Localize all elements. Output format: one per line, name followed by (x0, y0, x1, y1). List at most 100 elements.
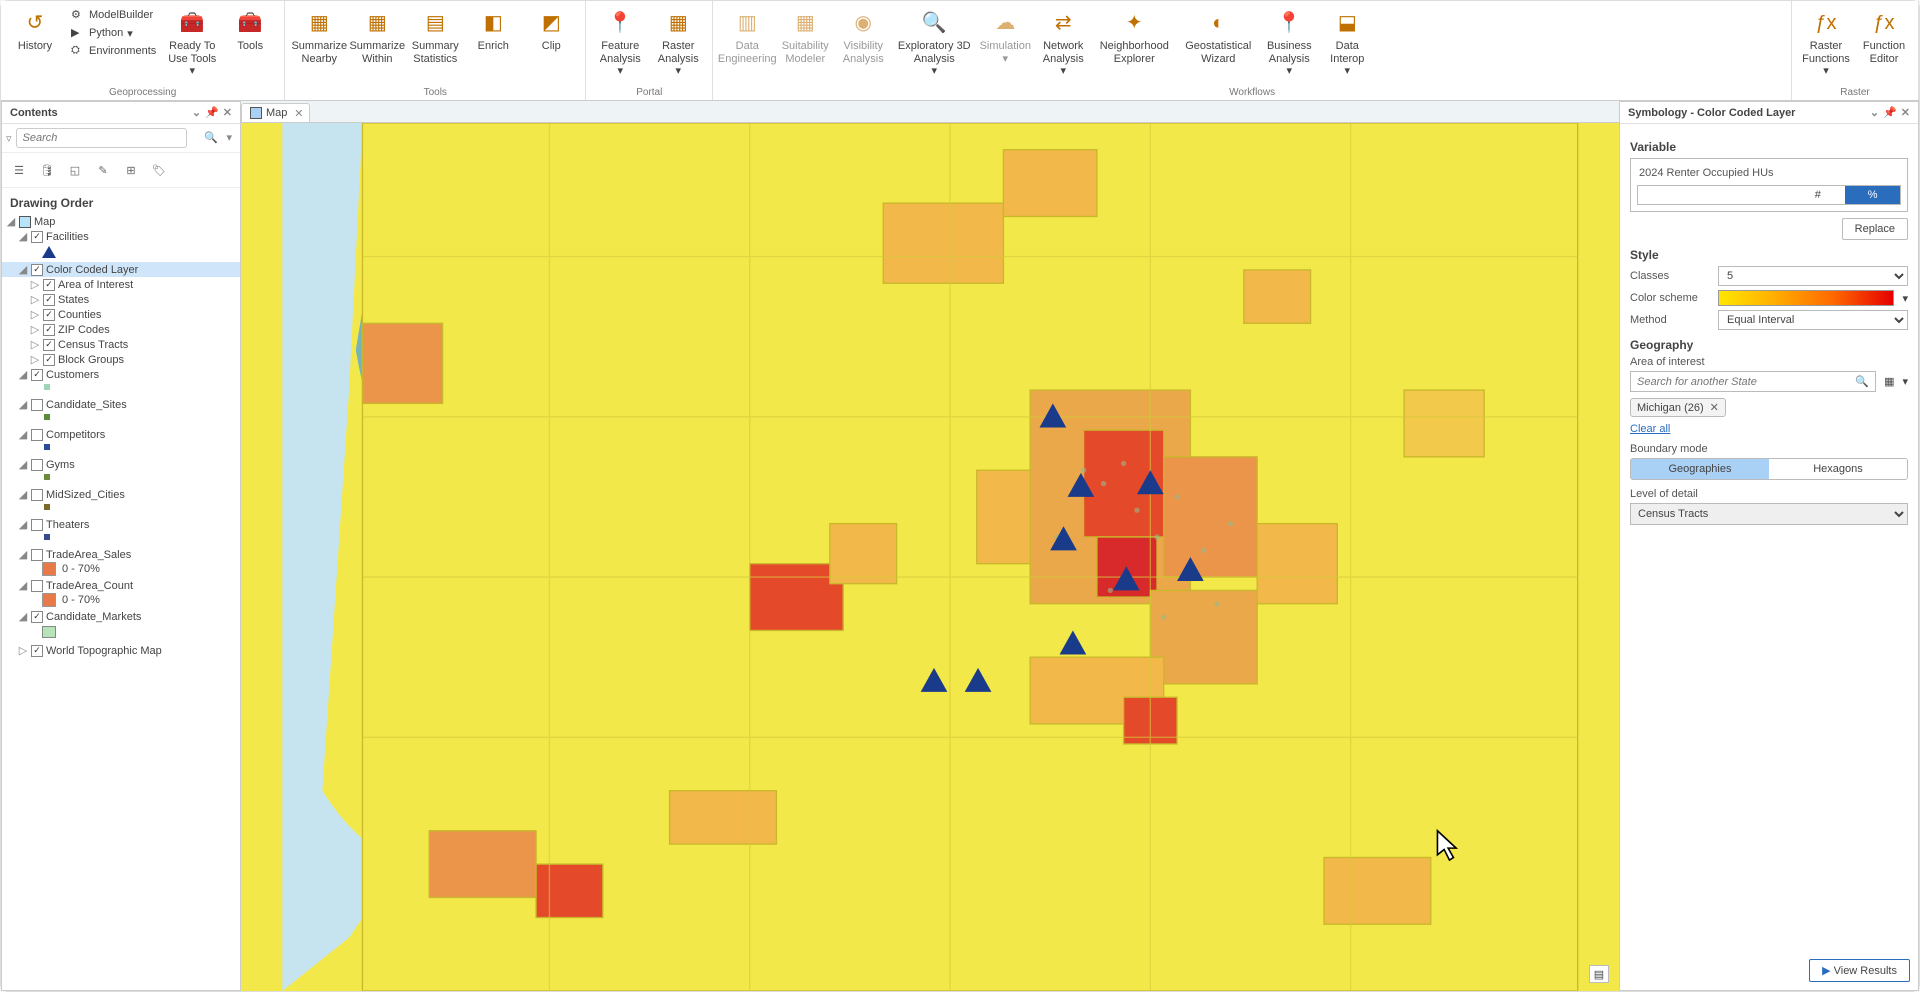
checkbox[interactable] (31, 580, 43, 592)
close-tab-icon[interactable]: ✕ (294, 107, 303, 120)
layer-census[interactable]: ▷Census Tracts (2, 337, 240, 352)
hexagons-button[interactable]: Hexagons (1769, 459, 1907, 479)
tools-button[interactable]: 🧰Tools (222, 5, 278, 57)
geostat-button[interactable]: ◐Geostatistical Wizard (1177, 5, 1259, 69)
hash-toggle[interactable]: # (1790, 186, 1845, 204)
raster-functions-button[interactable]: ƒxRaster Functions ▾ (1798, 5, 1854, 82)
map-overlay-button[interactable]: ▤ (1589, 965, 1609, 983)
aoi-search-input[interactable] (1631, 372, 1849, 391)
layer-tradearea-sales[interactable]: ◢TradeArea_Sales (2, 547, 240, 562)
checkbox[interactable] (31, 645, 43, 657)
feature-analysis-button[interactable]: 📍Feature Analysis ▾ (592, 5, 648, 82)
percent-toggle[interactable]: % (1845, 186, 1900, 204)
layer-midcities[interactable]: ◢MidSized_Cities (2, 487, 240, 502)
remove-chip-icon[interactable]: ✕ (1710, 401, 1719, 414)
search-dropdown-icon[interactable]: ▾ (226, 131, 232, 144)
clip-button[interactable]: ◩Clip (523, 5, 579, 57)
network-button[interactable]: ⇄Network Analysis ▾ (1035, 5, 1091, 82)
simulation-button[interactable]: ☁Simulation ▾ (977, 5, 1033, 69)
list-by-source-icon[interactable]: 🛢 (36, 159, 58, 181)
list-by-selection-icon[interactable]: ◱ (64, 159, 86, 181)
environments-button[interactable]: ⛭Environments (67, 43, 160, 59)
layer-block[interactable]: ▷Block Groups (2, 352, 240, 367)
checkbox[interactable] (31, 549, 43, 561)
checkbox[interactable] (43, 324, 55, 336)
layer-gyms[interactable]: ◢Gyms (2, 457, 240, 472)
modelbuilder-button[interactable]: ⚙ModelBuilder (67, 7, 160, 23)
color-scheme-swatch[interactable] (1718, 290, 1894, 306)
layer-states[interactable]: ▷States (2, 292, 240, 307)
checkbox[interactable] (31, 519, 43, 531)
layer-basemap[interactable]: ▷World Topographic Map (2, 643, 240, 658)
collapse-icon[interactable]: ⌄ (1870, 106, 1879, 119)
neighborhood-button[interactable]: ✦Neighborhood Explorer (1093, 5, 1175, 69)
contents-search-input[interactable] (16, 128, 187, 148)
lod-select[interactable]: Census Tracts (1630, 503, 1908, 525)
history-button[interactable]: ↺History (7, 5, 63, 57)
checkbox[interactable] (31, 231, 43, 243)
search-icon[interactable]: 🔍 (1849, 372, 1875, 391)
layer-aoi[interactable]: ▷Area of Interest (2, 277, 240, 292)
list-by-snapping-icon[interactable]: ⊞ (120, 159, 142, 181)
view-results-button[interactable]: ▶ View Results (1809, 959, 1910, 982)
replace-button[interactable]: Replace (1842, 218, 1908, 240)
checkbox[interactable] (43, 309, 55, 321)
classes-select[interactable]: 5 (1718, 266, 1908, 286)
checkbox[interactable] (43, 279, 55, 291)
scheme-dropdown-icon[interactable]: ▾ (1902, 292, 1908, 305)
filter-icon[interactable]: ▿ (6, 132, 12, 145)
suitability-button[interactable]: ▦Suitability Modeler (777, 5, 833, 69)
checkbox[interactable] (31, 489, 43, 501)
summary-stats-button[interactable]: ▤Summary Statistics (407, 5, 463, 69)
checkbox[interactable] (31, 264, 43, 276)
layer-zip[interactable]: ▷ZIP Codes (2, 322, 240, 337)
data-engineering-button[interactable]: ▥Data Engineering (719, 5, 775, 69)
checkbox[interactable] (31, 369, 43, 381)
checkbox[interactable] (43, 339, 55, 351)
pin-icon[interactable]: 📌 (1883, 106, 1897, 119)
layer-competitors[interactable]: ◢Competitors (2, 427, 240, 442)
close-icon[interactable]: ✕ (1901, 106, 1910, 119)
aoi-dropdown-icon[interactable]: ▾ (1902, 375, 1908, 388)
map-node[interactable]: ◢Map (2, 214, 240, 229)
visibility-button[interactable]: ◉Visibility Analysis (835, 5, 891, 69)
summarize-nearby-button[interactable]: ▦Summarize Nearby (291, 5, 347, 69)
layer-tradearea-count[interactable]: ◢TradeArea_Count (2, 578, 240, 593)
checkbox[interactable] (31, 399, 43, 411)
data-interop-button[interactable]: ⬓Data Interop ▾ (1319, 5, 1375, 82)
business-button[interactable]: 📍Business Analysis ▾ (1261, 5, 1317, 82)
summarize-within-button[interactable]: ▦Summarize Within (349, 5, 405, 69)
layer-candidate-sites[interactable]: ◢Candidate_Sites (2, 397, 240, 412)
geographies-button[interactable]: Geographies (1631, 459, 1769, 479)
checkbox[interactable] (31, 429, 43, 441)
ready-tools-button[interactable]: 🧰Ready To Use Tools ▾ (164, 5, 220, 82)
raster-analysis-button[interactable]: ▦Raster Analysis ▾ (650, 5, 706, 82)
map-tab[interactable]: Map✕ (241, 103, 310, 122)
layer-theaters[interactable]: ◢Theaters (2, 517, 240, 532)
pin-icon[interactable]: 📌 (205, 106, 219, 119)
checkbox[interactable] (43, 354, 55, 366)
clear-all-link[interactable]: Clear all (1630, 423, 1670, 435)
list-by-drawing-icon[interactable]: ☰ (8, 159, 30, 181)
list-by-editing-icon[interactable]: ✎ (92, 159, 114, 181)
aoi-extent-icon[interactable]: ▦ (1884, 375, 1894, 388)
checkbox[interactable] (43, 294, 55, 306)
layer-candidate-markets[interactable]: ◢Candidate_Markets (2, 609, 240, 624)
function-editor-button[interactable]: ƒxFunction Editor (1856, 5, 1912, 69)
map-check-icon[interactable] (19, 216, 31, 228)
search-icon[interactable]: 🔍 (204, 131, 218, 144)
list-by-labeling-icon[interactable]: 🏷 (148, 159, 170, 181)
layer-customers[interactable]: ◢Customers (2, 367, 240, 382)
method-select[interactable]: Equal Interval (1718, 310, 1908, 330)
enrich-button[interactable]: ◧Enrich (465, 5, 521, 57)
checkbox[interactable] (31, 459, 43, 471)
map-view[interactable]: ▤ (241, 123, 1619, 991)
layer-color-coded[interactable]: ◢Color Coded Layer (2, 262, 240, 277)
layer-counties[interactable]: ▷Counties (2, 307, 240, 322)
exploratory-3d-button[interactable]: 🔍Exploratory 3D Analysis ▾ (893, 5, 975, 82)
collapse-icon[interactable]: ⌄ (192, 106, 201, 119)
checkbox[interactable] (31, 611, 43, 623)
python-button[interactable]: ▶Python ▾ (67, 25, 160, 41)
variable-input[interactable] (1637, 165, 1901, 181)
close-icon[interactable]: ✕ (223, 106, 232, 119)
